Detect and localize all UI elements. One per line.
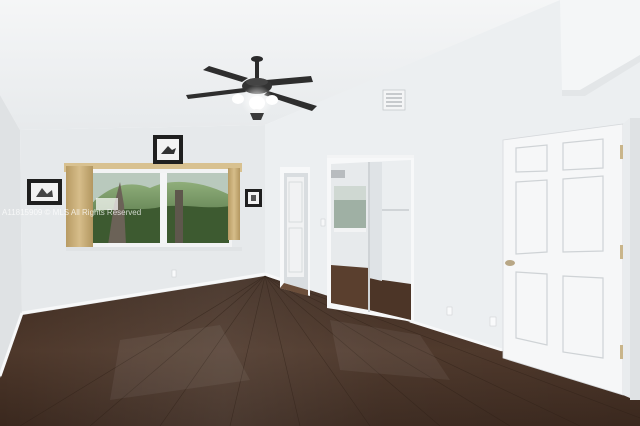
wall-frame-left	[27, 179, 62, 205]
wall-frame-window-top	[153, 135, 183, 164]
wall-outlet-right-2	[489, 316, 497, 327]
mls-watermark: A11815909 © MLS All Rights Reserved	[2, 208, 141, 217]
door-knob	[505, 260, 515, 266]
window	[64, 163, 242, 251]
hallway-doorway	[280, 167, 310, 296]
light-switch	[320, 218, 326, 227]
wall-frame-small	[245, 189, 262, 207]
air-vent	[382, 89, 406, 111]
wall-outlet-right	[446, 306, 453, 316]
room-photo: A11815909 © MLS All Rights Reserved	[0, 0, 640, 426]
closet-mirror-doors	[327, 155, 414, 322]
bedroom-door	[502, 118, 640, 400]
wall-outlet	[171, 269, 177, 278]
